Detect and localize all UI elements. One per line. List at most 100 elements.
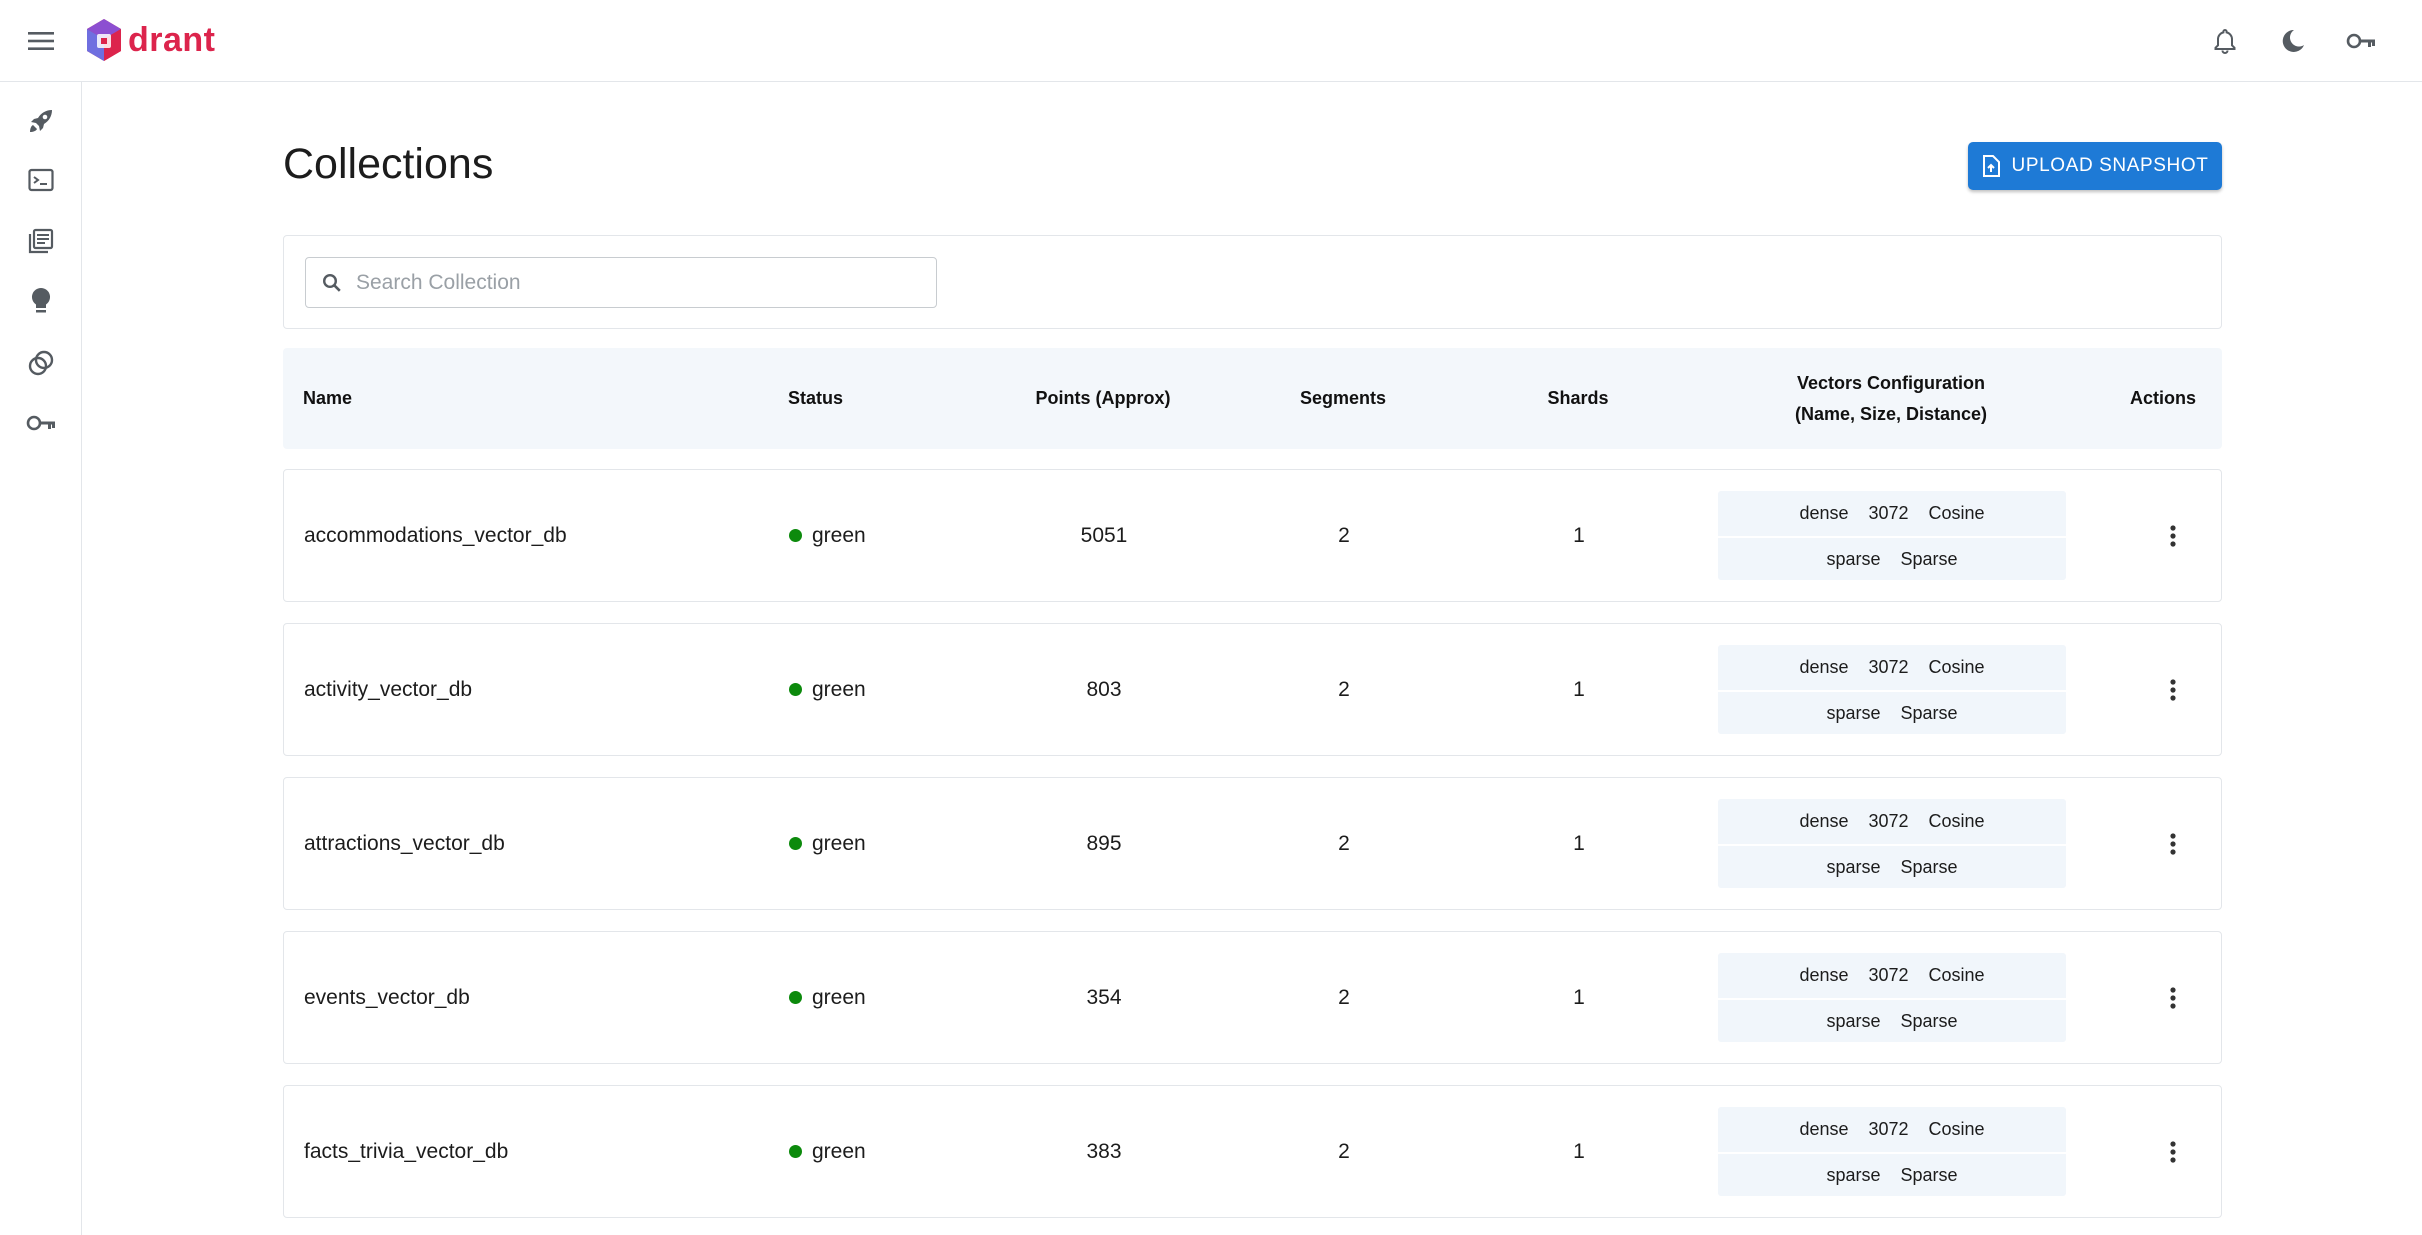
vector-distance: Cosine <box>1928 656 1985 677</box>
qdrant-logo-icon <box>87 19 121 61</box>
collection-name[interactable]: facts_trivia_vector_db <box>304 1086 508 1217</box>
more-actions-icon[interactable] <box>2153 824 2193 864</box>
bell-icon[interactable] <box>2204 20 2246 62</box>
vector-distance: Sparse <box>1900 1010 1958 1031</box>
vector-name: sparse <box>1826 1010 1881 1031</box>
shards-count: 1 <box>1573 831 1585 855</box>
vector-name: sparse <box>1826 1164 1881 1185</box>
header-vectors-line2: (Name, Size, Distance) <box>1794 403 1988 424</box>
vector-config-row: sparse Sparse <box>1718 1152 2066 1196</box>
vector-config-row: dense 3072 Cosine <box>1718 1107 2066 1151</box>
header-name: Name <box>303 388 353 408</box>
vector-name: dense <box>1799 656 1849 677</box>
moon-icon[interactable] <box>2272 20 2314 62</box>
header-points: Points (Approx) <box>1035 388 1171 408</box>
search-input[interactable] <box>356 270 916 295</box>
vector-distance: Cosine <box>1928 810 1985 831</box>
table-row[interactable]: facts_trivia_vector_db green 383 2 1 dense 307… <box>283 1085 2222 1218</box>
vector-distance: Sparse <box>1900 856 1958 877</box>
page-title: Collections <box>283 140 494 188</box>
segments-count: 2 <box>1338 831 1350 855</box>
status-text: green <box>812 677 866 701</box>
header-segments: Segments <box>1299 388 1387 408</box>
table-row[interactable]: events_vector_db green 354 2 1 dense 3072 Cosin… <box>283 931 2222 1064</box>
points-count: 803 <box>1086 677 1122 701</box>
shards-count: 1 <box>1573 985 1585 1009</box>
upload-snapshot-button[interactable]: UPLOAD SNAPSHOT <box>1968 142 2222 190</box>
vectors-config: dense 3072 Cosine sparse Sparse <box>1718 491 2066 580</box>
status-text: green <box>812 1139 866 1163</box>
vector-distance: Cosine <box>1928 502 1985 523</box>
lightbulb-icon[interactable] <box>20 280 62 322</box>
points-count: 354 <box>1086 985 1122 1009</box>
more-actions-icon[interactable] <box>2153 1132 2193 1172</box>
more-actions-icon[interactable] <box>2153 978 2193 1018</box>
menu-icon[interactable] <box>22 22 60 60</box>
status-cell: green <box>789 932 866 1063</box>
rocket-icon[interactable] <box>20 100 62 142</box>
collections-icon[interactable] <box>20 220 62 262</box>
status-cell: green <box>789 624 866 755</box>
collection-name[interactable]: events_vector_db <box>304 932 470 1063</box>
search-field[interactable] <box>305 257 937 308</box>
upload-snapshot-label: UPLOAD SNAPSHOT <box>2011 155 2209 176</box>
navigation-rail <box>0 82 82 1235</box>
more-actions-icon[interactable] <box>2153 516 2193 556</box>
status-dot <box>789 529 802 542</box>
vector-config-row: sparse Sparse <box>1718 690 2066 734</box>
shards-count: 1 <box>1573 523 1585 547</box>
key-icon[interactable] <box>2340 20 2382 62</box>
collection-name[interactable]: accommodations_vector_db <box>304 470 567 601</box>
terminal-icon[interactable] <box>20 159 62 201</box>
status-dot <box>789 1145 802 1158</box>
vector-distance: Cosine <box>1928 964 1985 985</box>
table-row[interactable]: activity_vector_db green 803 2 1 dense 3072 Cos… <box>283 623 2222 756</box>
more-actions-icon[interactable] <box>2153 670 2193 710</box>
table-row[interactable]: attractions_vector_db green 895 2 1 dense 3072… <box>283 777 2222 910</box>
key-icon[interactable] <box>20 402 62 444</box>
segments-count: 2 <box>1338 985 1350 1009</box>
vector-config-row: dense 3072 Cosine <box>1718 491 2066 535</box>
datasets-icon[interactable] <box>20 342 62 384</box>
header-status: Status <box>788 388 844 408</box>
vector-name: dense <box>1799 502 1849 523</box>
table-row[interactable]: accommodations_vector_db green 5051 2 1 dense… <box>283 469 2222 602</box>
vector-name: dense <box>1799 810 1849 831</box>
vector-distance: Cosine <box>1928 1118 1985 1139</box>
vector-name: dense <box>1799 1118 1849 1139</box>
header-vectors: Vectors Configuration (Name, Size, Dista… <box>1717 348 2065 449</box>
status-cell: green <box>789 778 866 909</box>
status-dot <box>789 683 802 696</box>
vector-size: 3072 <box>1868 964 1909 985</box>
collection-name[interactable]: activity_vector_db <box>304 624 472 755</box>
vector-distance: Sparse <box>1900 548 1958 569</box>
search-icon <box>322 273 341 292</box>
vector-distance: Sparse <box>1900 1164 1958 1185</box>
logo-text: drant <box>128 20 216 59</box>
segments-count: 2 <box>1338 523 1350 547</box>
status-text: green <box>812 523 866 547</box>
qdrant-logo[interactable]: drant <box>84 16 216 64</box>
vectors-config: dense 3072 Cosine sparse Sparse <box>1718 799 2066 888</box>
collection-name[interactable]: attractions_vector_db <box>304 778 505 909</box>
vector-name: dense <box>1799 964 1849 985</box>
vector-name: sparse <box>1826 702 1881 723</box>
status-text: green <box>812 831 866 855</box>
header-actions: Actions <box>2129 388 2196 408</box>
status-cell: green <box>789 1086 866 1217</box>
segments-count: 2 <box>1338 677 1350 701</box>
vector-distance: Sparse <box>1900 702 1958 723</box>
header-vectors-line1: Vectors Configuration <box>1796 372 1985 393</box>
vector-config-row: dense 3072 Cosine <box>1718 953 2066 997</box>
vectors-config: dense 3072 Cosine sparse Sparse <box>1718 953 2066 1042</box>
vectors-config: dense 3072 Cosine sparse Sparse <box>1718 1107 2066 1196</box>
header-shards: Shards <box>1547 388 1609 408</box>
status-dot <box>789 991 802 1004</box>
vector-size: 3072 <box>1868 502 1909 523</box>
points-count: 895 <box>1086 831 1122 855</box>
vector-config-row: dense 3072 Cosine <box>1718 799 2066 843</box>
points-count: 383 <box>1086 1139 1122 1163</box>
vector-config-row: dense 3072 Cosine <box>1718 645 2066 689</box>
upload-file-icon <box>1982 155 2000 177</box>
vector-name: sparse <box>1826 856 1881 877</box>
